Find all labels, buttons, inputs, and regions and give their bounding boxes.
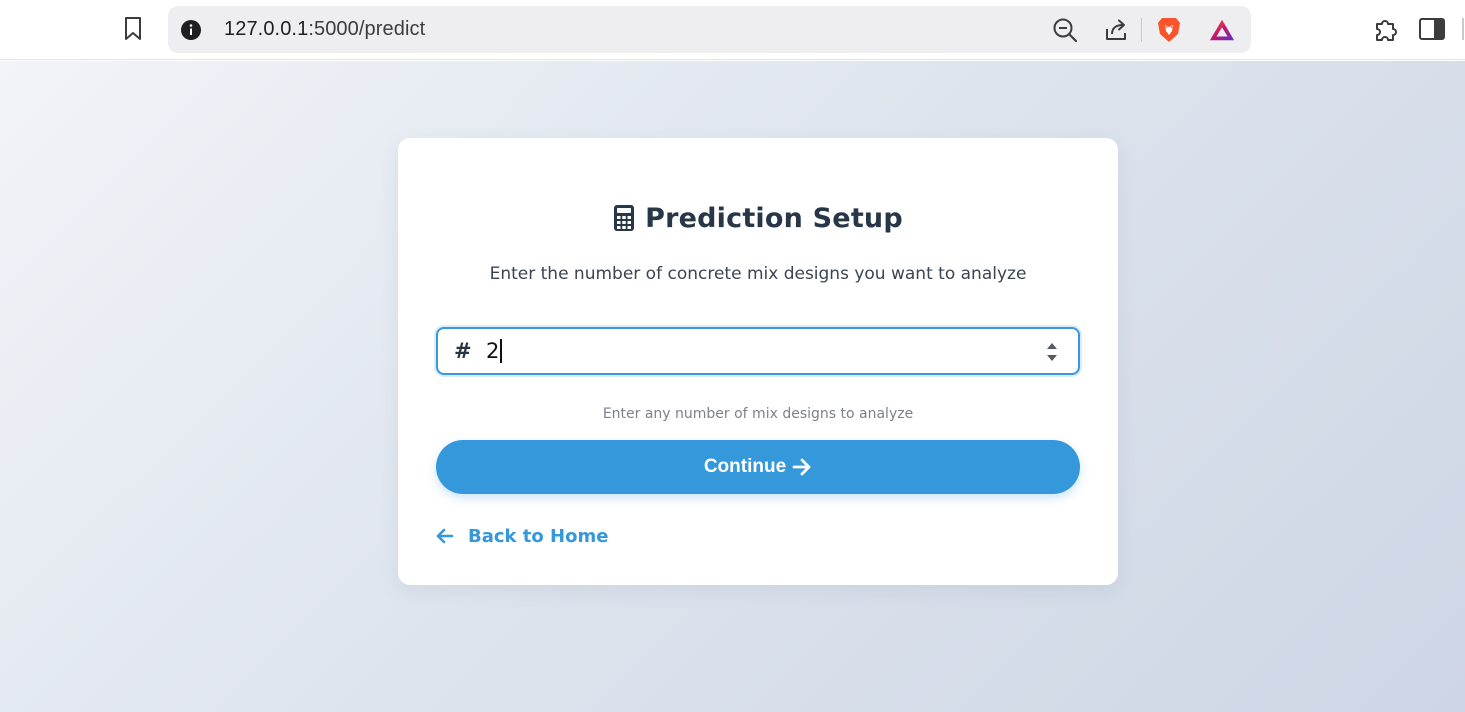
hash-icon: # — [454, 339, 472, 363]
page-subtitle: Enter the number of concrete mix designs… — [489, 264, 1027, 284]
omnibox-divider — [1141, 18, 1142, 42]
bookmark-icon[interactable] — [118, 14, 148, 44]
stepper-down-icon[interactable] — [1046, 354, 1058, 362]
input-hint: Enter any number of mix designs to analy… — [602, 406, 914, 422]
zoom-out-icon[interactable] — [1052, 17, 1078, 43]
sidebar-icon[interactable] — [1417, 14, 1447, 44]
page-background: Prediction Setup Enter the number of con… — [0, 61, 1465, 712]
page-title-text: Prediction Setup — [645, 202, 903, 234]
continue-button[interactable]: Continue — [436, 440, 1080, 494]
puzzle-icon[interactable] — [1371, 14, 1401, 44]
brave-rewards-icon[interactable] — [1209, 17, 1235, 43]
arrow-left-icon — [436, 528, 454, 544]
info-icon[interactable] — [180, 19, 202, 41]
share-icon[interactable] — [1103, 17, 1129, 43]
mix-count-input[interactable]: # 2 — [436, 327, 1080, 375]
url-text[interactable]: 127.0.0.1:5000/predict — [224, 6, 425, 53]
back-to-home-link[interactable]: Back to Home — [436, 523, 608, 549]
continue-button-label: Continue — [703, 456, 787, 477]
url-host: 127.0.0.1 — [224, 18, 309, 40]
toolbar-edge-divider — [1462, 18, 1464, 40]
number-stepper[interactable] — [1046, 342, 1058, 362]
browser-toolbar: 127.0.0.1:5000/predict — [0, 0, 1465, 60]
calculator-icon — [613, 204, 635, 232]
page-title: Prediction Setup — [398, 200, 1118, 236]
brave-shields-icon[interactable] — [1156, 17, 1182, 43]
setup-card: Prediction Setup Enter the number of con… — [398, 138, 1118, 585]
mix-count-value[interactable]: 2 — [486, 329, 503, 373]
back-to-home-label: Back to Home — [468, 525, 609, 547]
stepper-up-icon[interactable] — [1046, 342, 1058, 350]
address-bar[interactable]: 127.0.0.1:5000/predict — [168, 6, 1251, 53]
arrow-right-icon — [792, 458, 812, 476]
text-caret — [500, 338, 503, 363]
mix-count-value-text: 2 — [486, 339, 500, 363]
url-path: :5000/predict — [308, 18, 426, 40]
